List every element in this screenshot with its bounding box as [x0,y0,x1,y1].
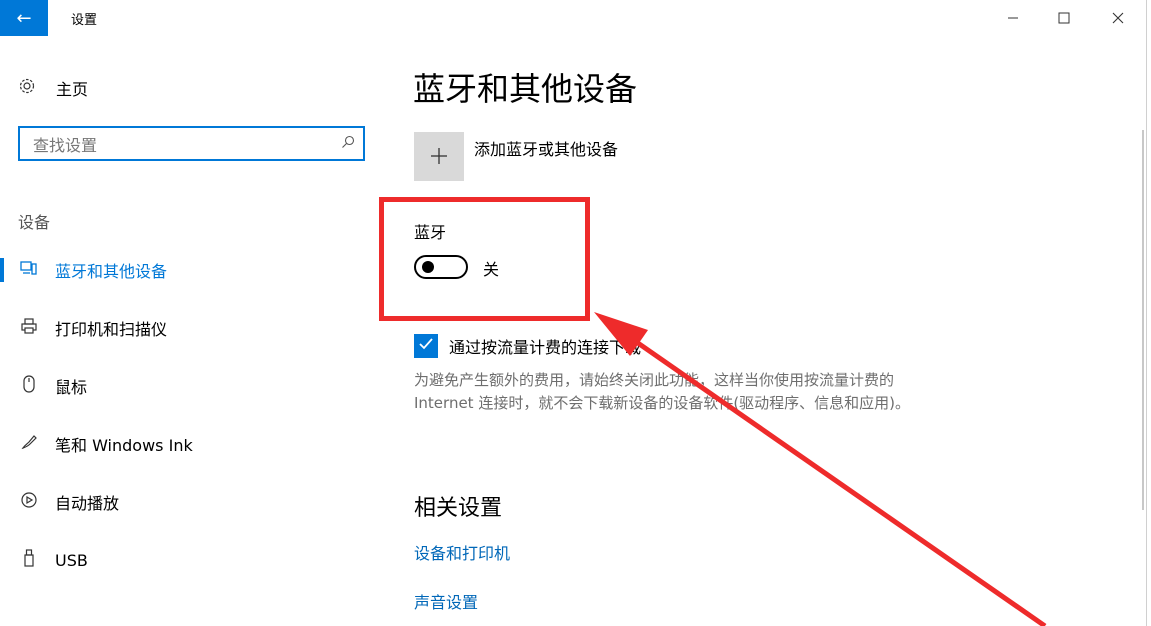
sidebar-item-bluetooth[interactable]: 蓝牙和其他设备 [0,255,370,285]
scrollbar[interactable] [1142,130,1144,510]
sidebar-item-printers[interactable]: 打印机和扫描仪 [0,313,370,343]
sidebar-item-mouse[interactable]: 鼠标 [0,371,370,401]
bluetooth-devices-icon [18,260,40,281]
back-button[interactable]: ← [0,0,48,36]
related-settings-heading: 相关设置 [414,496,503,521]
nav-home[interactable]: 主页 [18,74,88,102]
metered-checkbox-label[interactable]: 通过按流量计费的连接下载 [449,334,641,358]
window-border [1146,0,1151,626]
usb-icon [18,548,40,572]
title-bar: ← 设置 [0,0,1151,36]
close-button[interactable] [1095,0,1141,36]
search-placeholder: 查找设置 [33,135,98,155]
mouse-icon [18,374,40,398]
autoplay-icon [18,491,40,514]
close-icon [1112,9,1124,28]
metered-description: 为避免产生额外的费用，请始终关闭此功能，这样当你使用按流量计费的 Interne… [414,371,911,412]
sidebar-item-usb[interactable]: USB [0,545,370,575]
minimize-button[interactable] [990,0,1036,36]
printer-icon [18,317,40,340]
sidebar-item-label: 笔和 Windows Ink [55,436,193,455]
maximize-icon [1058,9,1070,28]
sidebar-item-label: 蓝牙和其他设备 [55,262,168,281]
highlight-box [379,197,590,321]
section-heading: 设备 [18,213,51,232]
add-device-label[interactable]: 添加蓝牙或其他设备 [474,136,618,160]
metered-checkbox[interactable] [414,334,438,358]
sidebar-item-pen[interactable]: 笔和 Windows Ink [0,429,370,459]
link-devices-printers[interactable]: 设备和打印机 [414,540,510,564]
checkmark-icon [418,336,434,356]
maximize-button[interactable] [1041,0,1087,36]
pen-icon [18,433,40,456]
minimize-icon [1007,9,1019,28]
link-sound-settings[interactable]: 声音设置 [414,589,478,613]
sidebar-item-autoplay[interactable]: 自动播放 [0,487,370,517]
add-device-button[interactable] [414,132,464,181]
gear-icon [18,77,38,100]
back-arrow-icon: ← [16,7,32,29]
sidebar-item-label: 自动播放 [55,494,120,513]
sidebar-item-label: USB [55,550,88,570]
plus-icon [429,139,449,174]
sidebar-item-label: 打印机和扫描仪 [55,320,168,339]
page-title: 蓝牙和其他设备 [413,70,638,108]
window-title: 设置 [71,13,98,28]
search-input[interactable]: 查找设置 [18,126,365,161]
nav-home-label: 主页 [56,80,89,99]
active-indicator [0,258,4,282]
search-icon [333,135,363,153]
sidebar-item-label: 鼠标 [55,378,88,397]
